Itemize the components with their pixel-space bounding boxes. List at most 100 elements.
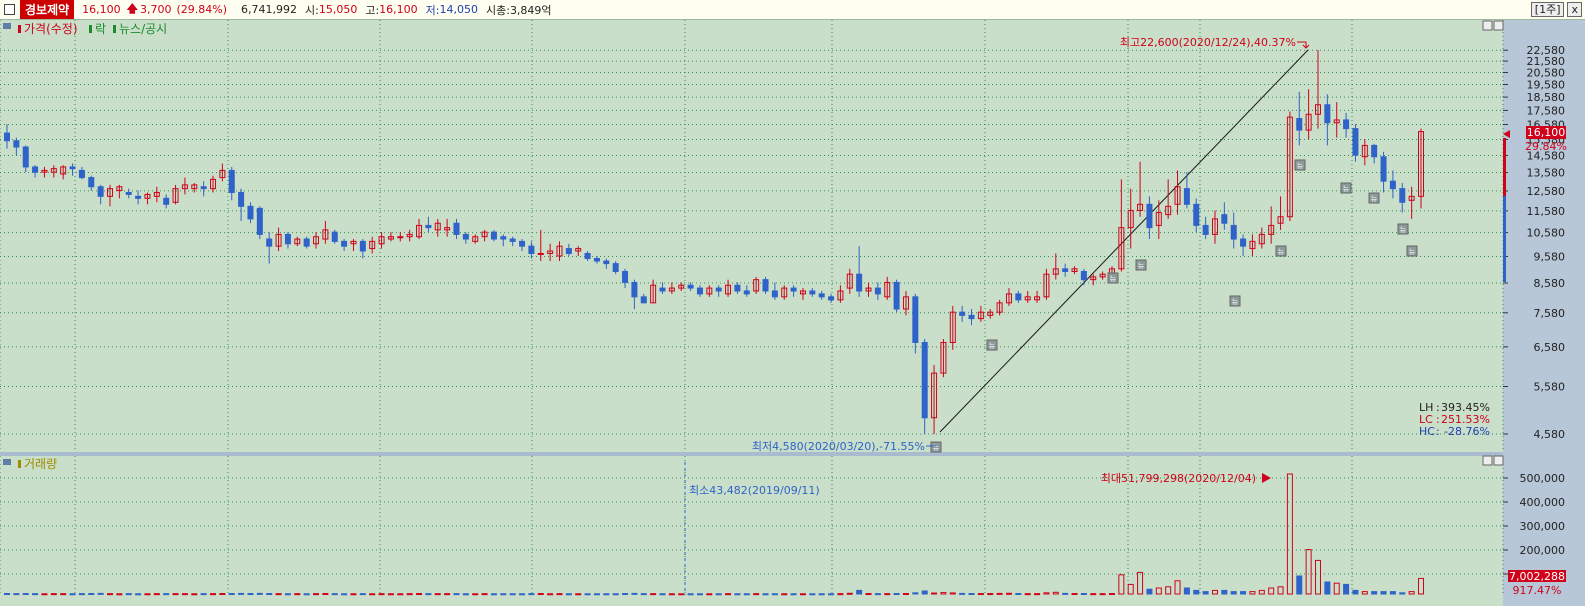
- candle-body[interactable]: [1202, 224, 1209, 235]
- volume-bar[interactable]: [462, 593, 469, 596]
- volume-bar[interactable]: [1380, 591, 1387, 595]
- candle-body[interactable]: [584, 252, 591, 259]
- volume-bar[interactable]: [668, 593, 675, 596]
- candle-body[interactable]: [125, 191, 132, 195]
- volume-bar[interactable]: [537, 593, 544, 596]
- volume-bar[interactable]: [1024, 593, 1031, 596]
- candle-body[interactable]: [247, 205, 254, 220]
- candle-body[interactable]: [341, 240, 348, 247]
- candle-body[interactable]: [715, 287, 722, 292]
- volume-panel-close-icon[interactable]: [1493, 455, 1504, 466]
- volume-bar[interactable]: [687, 593, 694, 596]
- candle-body[interactable]: [874, 287, 881, 295]
- candle-body[interactable]: [1352, 128, 1359, 156]
- volume-bar[interactable]: [238, 592, 245, 595]
- candle-body[interactable]: [1230, 224, 1237, 240]
- volume-bar[interactable]: [144, 593, 151, 596]
- volume-bar[interactable]: [60, 593, 67, 596]
- volume-bar[interactable]: [107, 593, 114, 596]
- volume-bar[interactable]: [818, 593, 825, 596]
- volume-bar[interactable]: [378, 593, 385, 596]
- volume-bar[interactable]: [1005, 592, 1012, 595]
- volume-bar[interactable]: [799, 593, 806, 596]
- volume-bar[interactable]: [593, 593, 600, 596]
- candle-body[interactable]: [228, 169, 235, 193]
- candle-body[interactable]: [200, 186, 207, 190]
- candle-body[interactable]: [284, 233, 291, 245]
- candle-body[interactable]: [462, 233, 469, 240]
- volume-bar[interactable]: [762, 593, 769, 596]
- volume-bar[interactable]: [481, 593, 488, 596]
- stock-name[interactable]: 경보제약: [20, 0, 75, 19]
- volume-bar[interactable]: [331, 593, 338, 596]
- volume-bar[interactable]: [163, 593, 170, 596]
- volume-bar[interactable]: [1090, 593, 1097, 596]
- candle-body[interactable]: [762, 279, 769, 292]
- candle-body[interactable]: [696, 287, 703, 295]
- candle-body[interactable]: [1080, 270, 1087, 281]
- volume-bar[interactable]: [809, 593, 816, 596]
- volume-bar[interactable]: [135, 593, 142, 596]
- volume-bar[interactable]: [1071, 593, 1078, 596]
- candle-body[interactable]: [509, 238, 516, 242]
- volume-panel-minimize-icon[interactable]: [1482, 455, 1493, 466]
- panel-minimize-icon[interactable]: [1482, 20, 1493, 31]
- volume-bar[interactable]: [790, 593, 797, 596]
- volume-bar[interactable]: [172, 593, 179, 596]
- volume-bar[interactable]: [4, 593, 10, 596]
- volume-bar[interactable]: [725, 593, 732, 596]
- volume-bar[interactable]: [828, 593, 835, 596]
- volume-bar[interactable]: [247, 593, 254, 596]
- volume-bar[interactable]: [509, 593, 516, 596]
- candle-body[interactable]: [1399, 188, 1406, 203]
- volume-bar[interactable]: [284, 593, 291, 596]
- volume-bar[interactable]: [1324, 581, 1331, 595]
- volume-bar[interactable]: [696, 593, 703, 596]
- candle-body[interactable]: [490, 231, 497, 240]
- candle-body[interactable]: [69, 166, 76, 170]
- candle-body[interactable]: [1221, 214, 1228, 224]
- candle-body[interactable]: [818, 293, 825, 298]
- candle-body[interactable]: [687, 284, 694, 289]
- volume-bar[interactable]: [116, 593, 123, 596]
- candle-body[interactable]: [97, 186, 104, 197]
- volume-bar[interactable]: [1062, 592, 1069, 595]
- volume-bar[interactable]: [125, 593, 132, 596]
- candle-body[interactable]: [1183, 188, 1190, 205]
- volume-bar[interactable]: [902, 593, 909, 596]
- candle-body[interactable]: [22, 146, 29, 168]
- volume-bar[interactable]: [781, 593, 788, 596]
- volume-bar[interactable]: [341, 593, 348, 596]
- volume-bar[interactable]: [519, 593, 526, 596]
- volume-bar[interactable]: [1240, 591, 1247, 595]
- candle-body[interactable]: [266, 238, 273, 247]
- candle-body[interactable]: [238, 191, 245, 207]
- volume-bar[interactable]: [771, 593, 778, 596]
- volume-bar[interactable]: [22, 593, 29, 596]
- panel-menu-icon[interactable]: [3, 23, 11, 29]
- volume-bar[interactable]: [959, 592, 966, 595]
- candle-body[interactable]: [790, 287, 797, 292]
- volume-bar[interactable]: [41, 593, 48, 596]
- volume-bar[interactable]: [743, 593, 750, 596]
- volume-bar[interactable]: [472, 593, 479, 596]
- candle-body[interactable]: [809, 290, 816, 295]
- candle-body[interactable]: [1193, 203, 1200, 226]
- candle-body[interactable]: [1371, 144, 1378, 158]
- candle-body[interactable]: [4, 132, 10, 142]
- volume-bar[interactable]: [931, 592, 938, 595]
- volume-bar[interactable]: [387, 593, 394, 596]
- volume-bar[interactable]: [874, 593, 881, 596]
- volume-bar[interactable]: [1230, 591, 1237, 595]
- candle-body[interactable]: [893, 281, 900, 310]
- volume-bar[interactable]: [912, 592, 919, 595]
- volume-bar[interactable]: [32, 593, 39, 596]
- candle-body[interactable]: [397, 236, 404, 239]
- candle-body[interactable]: [612, 263, 619, 272]
- candle-body[interactable]: [912, 296, 919, 343]
- volume-bar[interactable]: [1343, 583, 1350, 595]
- candle-body[interactable]: [743, 290, 750, 295]
- volume-bar[interactable]: [1034, 593, 1041, 596]
- volume-bar[interactable]: [631, 592, 638, 595]
- volume-bar[interactable]: [13, 593, 20, 596]
